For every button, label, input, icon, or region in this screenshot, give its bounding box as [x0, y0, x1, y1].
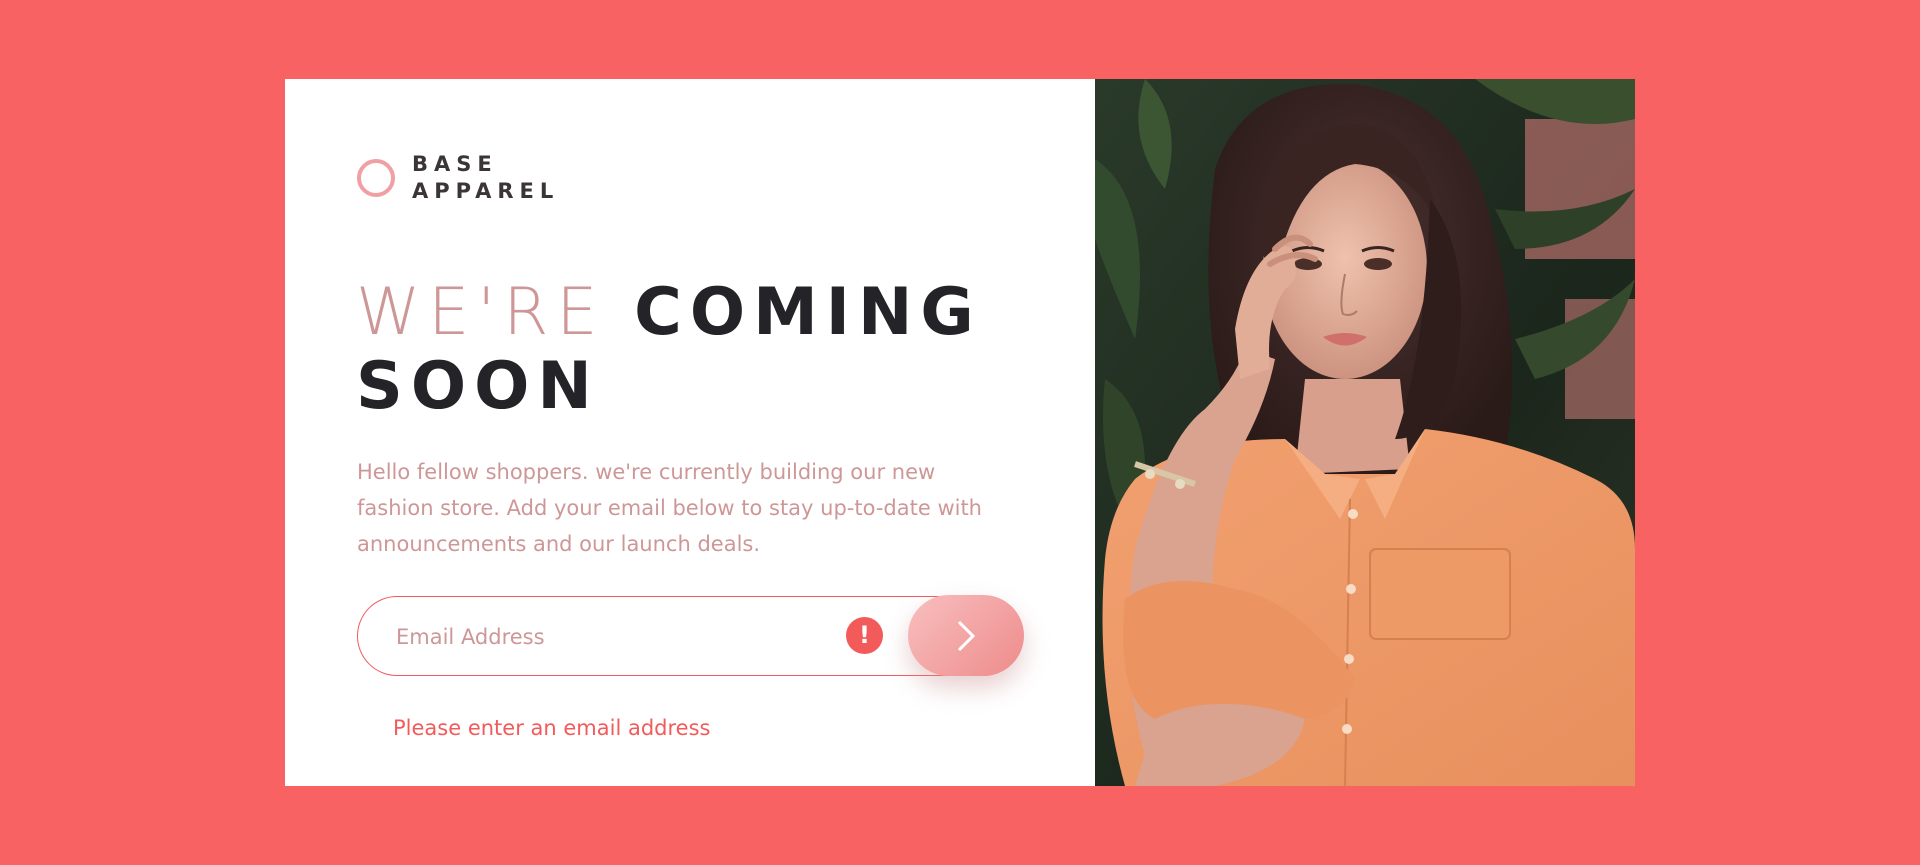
brand-line-2: APPAREL [412, 179, 560, 203]
intro-text: Hello fellow shoppers. we're currently b… [357, 460, 982, 556]
content-panel: BASE APPAREL WE'RE COMING SOON Hello fel… [285, 79, 1095, 786]
error-message: Please enter an email address [393, 716, 711, 740]
title-strong-1: COMING [634, 275, 982, 350]
model-photo-icon [1095, 79, 1635, 786]
brand-logo[interactable]: BASE APPAREL [357, 151, 559, 205]
email-input[interactable] [394, 597, 838, 676]
title-light: WE'RE [356, 275, 606, 350]
title-strong-2: SOON [356, 349, 600, 424]
submit-button[interactable] [908, 595, 1024, 676]
circle-logo-icon [357, 159, 395, 197]
error-icon: ! [846, 617, 883, 654]
page-title: WE'RE COMING SOON [356, 276, 982, 424]
coming-soon-card: BASE APPAREL WE'RE COMING SOON Hello fel… [285, 79, 1635, 786]
brand-wordmark: BASE APPAREL [412, 151, 559, 205]
chevron-right-icon [957, 620, 976, 651]
brand-line-1: BASE [412, 152, 498, 176]
email-signup-form: ! [357, 595, 1024, 676]
hero-image [1095, 79, 1635, 786]
